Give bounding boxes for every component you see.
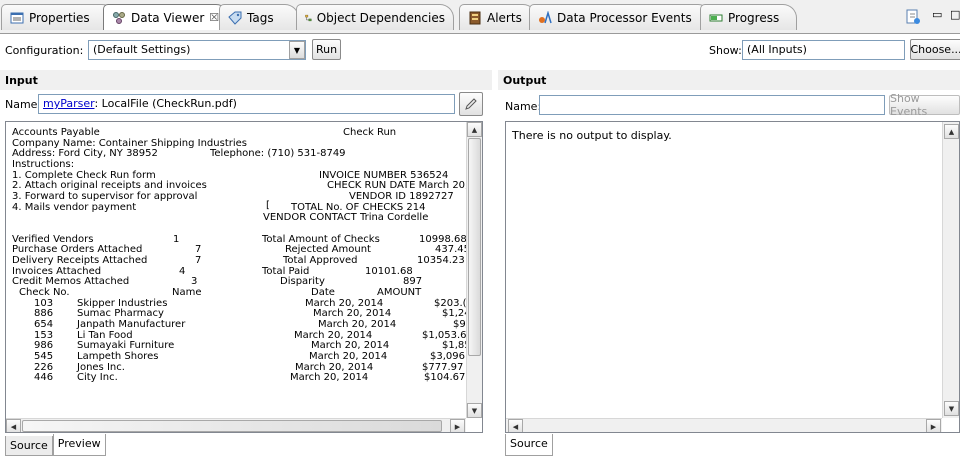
configuration-select[interactable]: (Default Settings) xyxy=(88,40,306,60)
scroll-down-icon[interactable]: ▼ xyxy=(944,401,959,416)
show-label: Show: xyxy=(709,44,742,57)
doc-text: March 20, 2014 xyxy=(290,372,369,383)
tab-data-processor-events[interactable]: Data Processor Events xyxy=(529,4,712,30)
scroll-up-icon[interactable]: ▲ xyxy=(944,124,959,139)
scroll-up-icon[interactable]: ▲ xyxy=(467,122,482,137)
output-header: Output xyxy=(498,70,960,90)
doc-text: Check Run xyxy=(343,127,397,138)
tab-label: Data Processor Events xyxy=(557,10,692,25)
toolbar-export-icon[interactable] xyxy=(905,9,921,25)
close-tab-icon[interactable]: ☒ xyxy=(209,11,219,24)
doc-text: 4. Mails vendor payment xyxy=(12,202,137,213)
input-preview-area[interactable]: Accounts Payable Check Run Company Name:… xyxy=(5,121,483,433)
doc-text: $104.67 xyxy=(424,372,466,383)
output-area: There is no output to display. ▲ ▼ ◀ ▶ xyxy=(505,121,960,433)
doc-text: AMOUNT xyxy=(377,287,422,298)
doc-text: 10354.23 xyxy=(417,255,465,266)
show-events-button[interactable]: Show Events xyxy=(889,92,960,118)
edit-pen-icon xyxy=(465,98,477,110)
output-vertical-scrollbar[interactable]: ▲ ▼ xyxy=(942,122,959,418)
input-source-text: : LocalFile (CheckRun.pdf) xyxy=(94,97,237,110)
doc-text: 446 xyxy=(34,372,54,383)
input-horizontal-scrollbar[interactable]: ◀ ▶ xyxy=(6,418,466,432)
output-view-tabs: Source xyxy=(505,434,553,456)
input-header: Input xyxy=(0,70,492,90)
doc-text: 7 xyxy=(195,255,202,266)
output-horizontal-scrollbar[interactable]: ◀ ▶ xyxy=(506,418,942,432)
maximize-icon[interactable]: □ xyxy=(950,8,960,21)
tab-label: Progress xyxy=(728,10,780,25)
tab-label: Properties xyxy=(29,10,90,25)
scroll-left-icon[interactable]: ◀ xyxy=(6,419,21,432)
doc-text: City Inc. xyxy=(77,372,118,383)
scroll-thumb[interactable] xyxy=(468,138,481,356)
doc-text: 4 xyxy=(179,266,186,277)
tab-object-dependencies[interactable]: Object Dependencies xyxy=(296,4,454,30)
chevron-down-icon[interactable]: ▼ xyxy=(289,41,305,59)
data-processor-events-icon xyxy=(539,10,552,23)
scroll-left-icon[interactable]: ◀ xyxy=(508,419,523,432)
tab-label: Data Viewer xyxy=(131,10,205,25)
doc-text: 1 xyxy=(173,234,180,245)
tab-label: Alerts xyxy=(487,10,522,25)
tab-properties[interactable]: Properties xyxy=(1,4,116,30)
show-value: (All Inputs) xyxy=(747,43,807,56)
choose-button[interactable]: Choose... xyxy=(910,39,960,60)
minimize-icon[interactable]: ▭ xyxy=(932,8,942,21)
scroll-right-icon[interactable]: ▶ xyxy=(450,419,465,432)
output-name-label: Name: xyxy=(505,100,542,113)
tab-output-source[interactable]: Source xyxy=(505,434,553,456)
tab-label: Tags xyxy=(247,10,274,25)
tab-alerts[interactable]: Alerts xyxy=(459,4,537,30)
run-button[interactable]: Run xyxy=(312,39,341,60)
parser-link[interactable]: myParser xyxy=(43,97,94,110)
tab-label: Object Dependencies xyxy=(316,10,445,25)
show-select[interactable]: (All Inputs) xyxy=(742,40,905,60)
configuration-label: Configuration: xyxy=(5,44,84,57)
configuration-bar: Configuration: (Default Settings) ▼ Run … xyxy=(0,34,960,66)
scroll-right-icon[interactable]: ▶ xyxy=(926,419,941,432)
tab-data-viewer[interactable]: Data Viewer ☒ xyxy=(103,4,230,30)
tab-preview[interactable]: Preview xyxy=(52,434,106,456)
doc-text: VENDOR CONTACT Trina Cordelle xyxy=(263,212,429,223)
input-vertical-scrollbar[interactable]: ▲ ▼ xyxy=(466,122,482,418)
progress-icon xyxy=(709,14,723,21)
tag-icon xyxy=(228,11,242,25)
alerts-icon xyxy=(469,11,481,24)
object-dependencies-icon xyxy=(305,14,312,21)
output-name-field[interactable] xyxy=(539,95,885,115)
properties-icon xyxy=(10,12,24,23)
input-name-field[interactable]: myParser: LocalFile (CheckRun.pdf) xyxy=(38,94,455,114)
browse-input-button[interactable] xyxy=(459,92,483,116)
doc-text: [ xyxy=(266,200,270,211)
input-name-label: Name: xyxy=(5,98,42,111)
view-tab-bar: Properties Data Viewer ☒ Tags Object Dep… xyxy=(0,0,960,34)
data-viewer-icon xyxy=(113,11,125,24)
configuration-value: (Default Settings) xyxy=(93,43,191,56)
input-view-tabs: Source Preview xyxy=(5,434,106,456)
tab-progress[interactable]: Progress xyxy=(700,4,797,30)
empty-output-message: There is no output to display. xyxy=(512,129,672,142)
tab-tags[interactable]: Tags xyxy=(219,4,299,30)
doc-text: Telephone: (710) 531-8749 xyxy=(210,148,346,159)
doc-text: Name xyxy=(172,287,202,298)
scroll-down-icon[interactable]: ▼ xyxy=(467,403,482,418)
tab-source[interactable]: Source xyxy=(5,436,53,456)
scroll-thumb[interactable] xyxy=(22,420,442,432)
